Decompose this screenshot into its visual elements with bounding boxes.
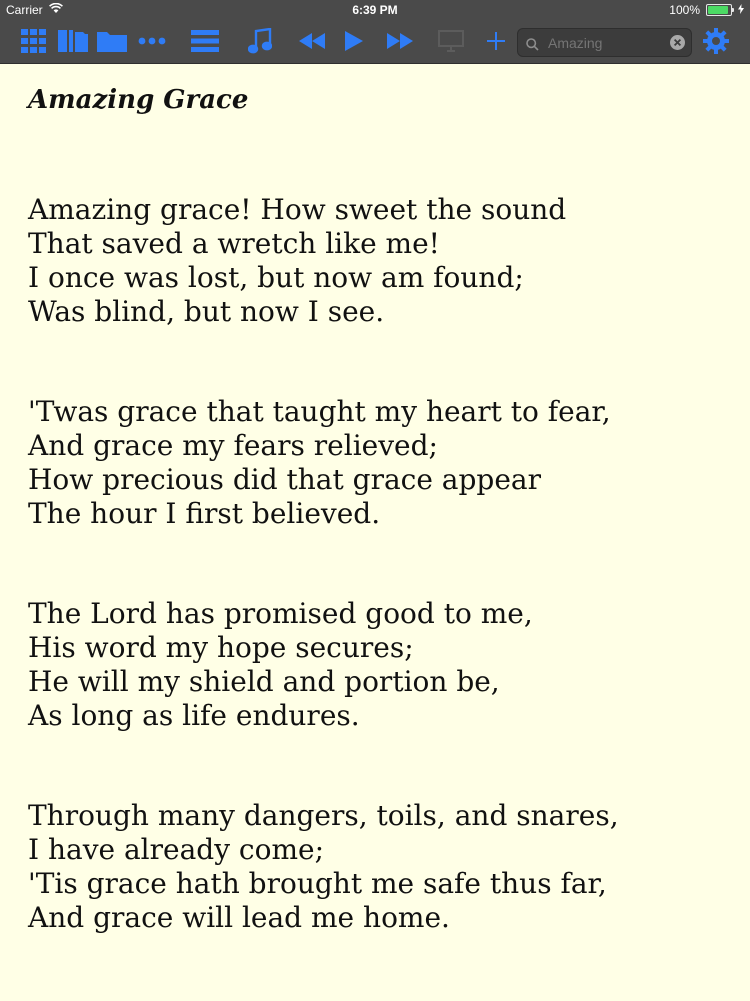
lyrics: Amazing grace! How sweet the sound That … [28, 193, 728, 935]
music-button[interactable] [244, 26, 276, 56]
clear-search-icon[interactable] [670, 35, 685, 54]
lyric-line: As long as life endures. [28, 699, 360, 732]
rewind-icon [299, 33, 325, 49]
search-bar [517, 28, 692, 57]
status-bar: Carrier 6:39 PM 100% [0, 0, 750, 20]
display-icon [438, 30, 464, 52]
search-input[interactable] [546, 32, 675, 53]
library-button[interactable] [57, 26, 89, 56]
stanza: Through many dangers, toils, and snares,… [28, 799, 728, 935]
more-button[interactable] [136, 26, 168, 56]
gear-icon [703, 28, 729, 54]
fast-forward-button[interactable] [384, 26, 416, 56]
list-icon [191, 30, 219, 52]
list-button[interactable] [189, 26, 221, 56]
top-bar: Carrier 6:39 PM 100% [0, 0, 750, 64]
search-icon [526, 36, 539, 55]
lyric-line: Was blind, but now I see. [28, 295, 385, 328]
lyric-line: He will my shield and portion be, [28, 665, 500, 698]
display-button[interactable] [435, 26, 467, 56]
lyric-line: And grace will lead me home. [28, 901, 450, 934]
battery-percent: 100% [669, 3, 700, 17]
fast-forward-icon [387, 33, 413, 49]
grid-icon [21, 29, 47, 53]
lyric-line: 'Twas grace that taught my heart to fear… [28, 395, 611, 428]
music-note-icon [248, 28, 272, 54]
add-icon [486, 31, 506, 51]
lyric-line: 'Tis grace hath brought me safe thus far… [28, 867, 607, 900]
lyric-line: His word my hope secures; [28, 631, 414, 664]
charging-icon [738, 3, 744, 17]
lyric-line: I once was lost, but now am found; [28, 261, 524, 294]
stanza: The Lord has promised good to me, His wo… [28, 597, 728, 733]
battery-icon [706, 4, 734, 16]
grid-button[interactable] [18, 26, 50, 56]
settings-button[interactable] [700, 26, 732, 56]
lyric-line: Amazing grace! How sweet the sound [28, 193, 567, 226]
folder-icon [97, 30, 127, 52]
lyric-line: I have already come; [28, 833, 325, 866]
song-title: Amazing Grace [28, 85, 249, 115]
lyric-line: The Lord has promised good to me, [28, 597, 533, 630]
lyric-line: Through many dangers, toils, and snares, [28, 799, 619, 832]
play-button[interactable] [338, 26, 370, 56]
library-icon [58, 30, 88, 52]
lyric-line: And grace my fears relieved; [28, 429, 438, 462]
lyric-line: That saved a wretch like me! [28, 227, 440, 260]
song-view: Amazing Grace Amazing grace! How sweet t… [28, 64, 728, 1001]
add-button[interactable] [480, 26, 512, 56]
more-icon [138, 37, 166, 45]
clock: 6:39 PM [352, 3, 398, 17]
play-icon [345, 31, 363, 51]
folder-button[interactable] [96, 26, 128, 56]
rewind-button[interactable] [296, 26, 328, 56]
lyric-line: The hour I first believed. [28, 497, 381, 530]
stanza: 'Twas grace that taught my heart to fear… [28, 395, 728, 531]
toolbar [0, 20, 750, 63]
lyric-line: How precious did that grace appear [28, 463, 541, 496]
stanza: Amazing grace! How sweet the sound That … [28, 193, 728, 329]
